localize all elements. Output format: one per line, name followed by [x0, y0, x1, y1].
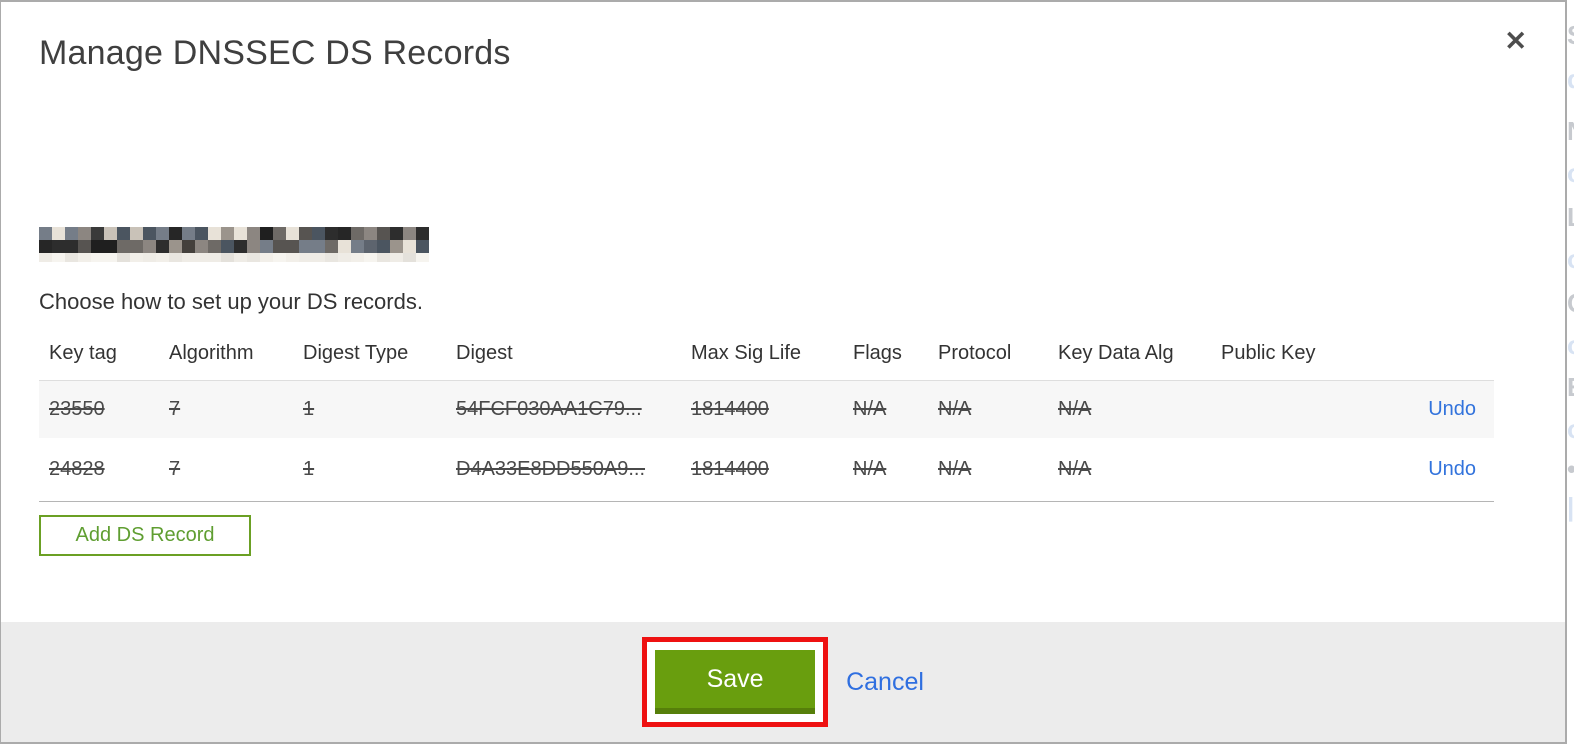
col-public-key: Public Key [1211, 328, 1379, 381]
cell-key-data-alg: N/A [1058, 397, 1092, 420]
cell-max-sig-life: 1814400 [691, 397, 769, 420]
cell-algorithm: 7 [169, 457, 181, 480]
col-digest-type: Digest Type [293, 328, 446, 381]
annotation-highlight-box: Save [642, 637, 829, 727]
undo-link[interactable]: Undo [1428, 398, 1476, 420]
table-row: 23550 7 1 54FCF030AA1C79... 1814400 N/A … [39, 380, 1494, 438]
col-protocol: Protocol [928, 328, 1048, 381]
col-digest: Digest [446, 328, 681, 381]
cell-max-sig-life: 1814400 [691, 457, 769, 480]
close-icon[interactable]: ✕ [1504, 28, 1527, 55]
dnssec-modal: Manage DNSSEC DS Records ✕ Choose how to… [0, 0, 1567, 744]
cell-flags: N/A [853, 397, 887, 420]
cell-protocol: N/A [938, 457, 972, 480]
cell-digest: 54FCF030AA1C79... [456, 397, 642, 420]
cell-key-data-alg: N/A [1058, 457, 1092, 480]
col-key-tag: Key tag [39, 328, 159, 381]
cell-flags: N/A [853, 457, 887, 480]
save-button[interactable]: Save [655, 650, 816, 714]
cell-digest: D4A33E8DD550A9... [456, 457, 646, 480]
cell-algorithm: 7 [169, 397, 181, 420]
col-flags: Flags [843, 328, 928, 381]
page-title: Manage DNSSEC DS Records [39, 34, 511, 72]
cell-digest-type: 1 [303, 457, 315, 480]
col-max-sig-life: Max Sig Life [681, 328, 843, 381]
col-action [1379, 328, 1494, 381]
table-row: 24828 7 1 D4A33E8DD550A9... 1814400 N/A … [39, 438, 1494, 501]
modal-footer: Save Cancel [1, 622, 1565, 742]
cell-digest-type: 1 [303, 397, 315, 420]
ds-records-table: Key tag Algorithm Digest Type Digest Max… [39, 328, 1494, 502]
instruction-text: Choose how to set up your DS records. [39, 289, 423, 314]
add-ds-record-button[interactable]: Add DS Record [39, 515, 251, 556]
background-page-sliver: SdNoLoCoEo•| [1567, 0, 1574, 746]
cell-key-tag: 23550 [49, 397, 105, 420]
cell-key-tag: 24828 [49, 457, 105, 480]
col-algorithm: Algorithm [159, 328, 293, 381]
col-key-data-alg: Key Data Alg [1048, 328, 1211, 381]
redacted-domain-name [39, 227, 429, 264]
cell-protocol: N/A [938, 397, 972, 420]
cancel-link[interactable]: Cancel [846, 668, 924, 697]
undo-link[interactable]: Undo [1428, 458, 1476, 480]
table-header-row: Key tag Algorithm Digest Type Digest Max… [39, 328, 1494, 381]
